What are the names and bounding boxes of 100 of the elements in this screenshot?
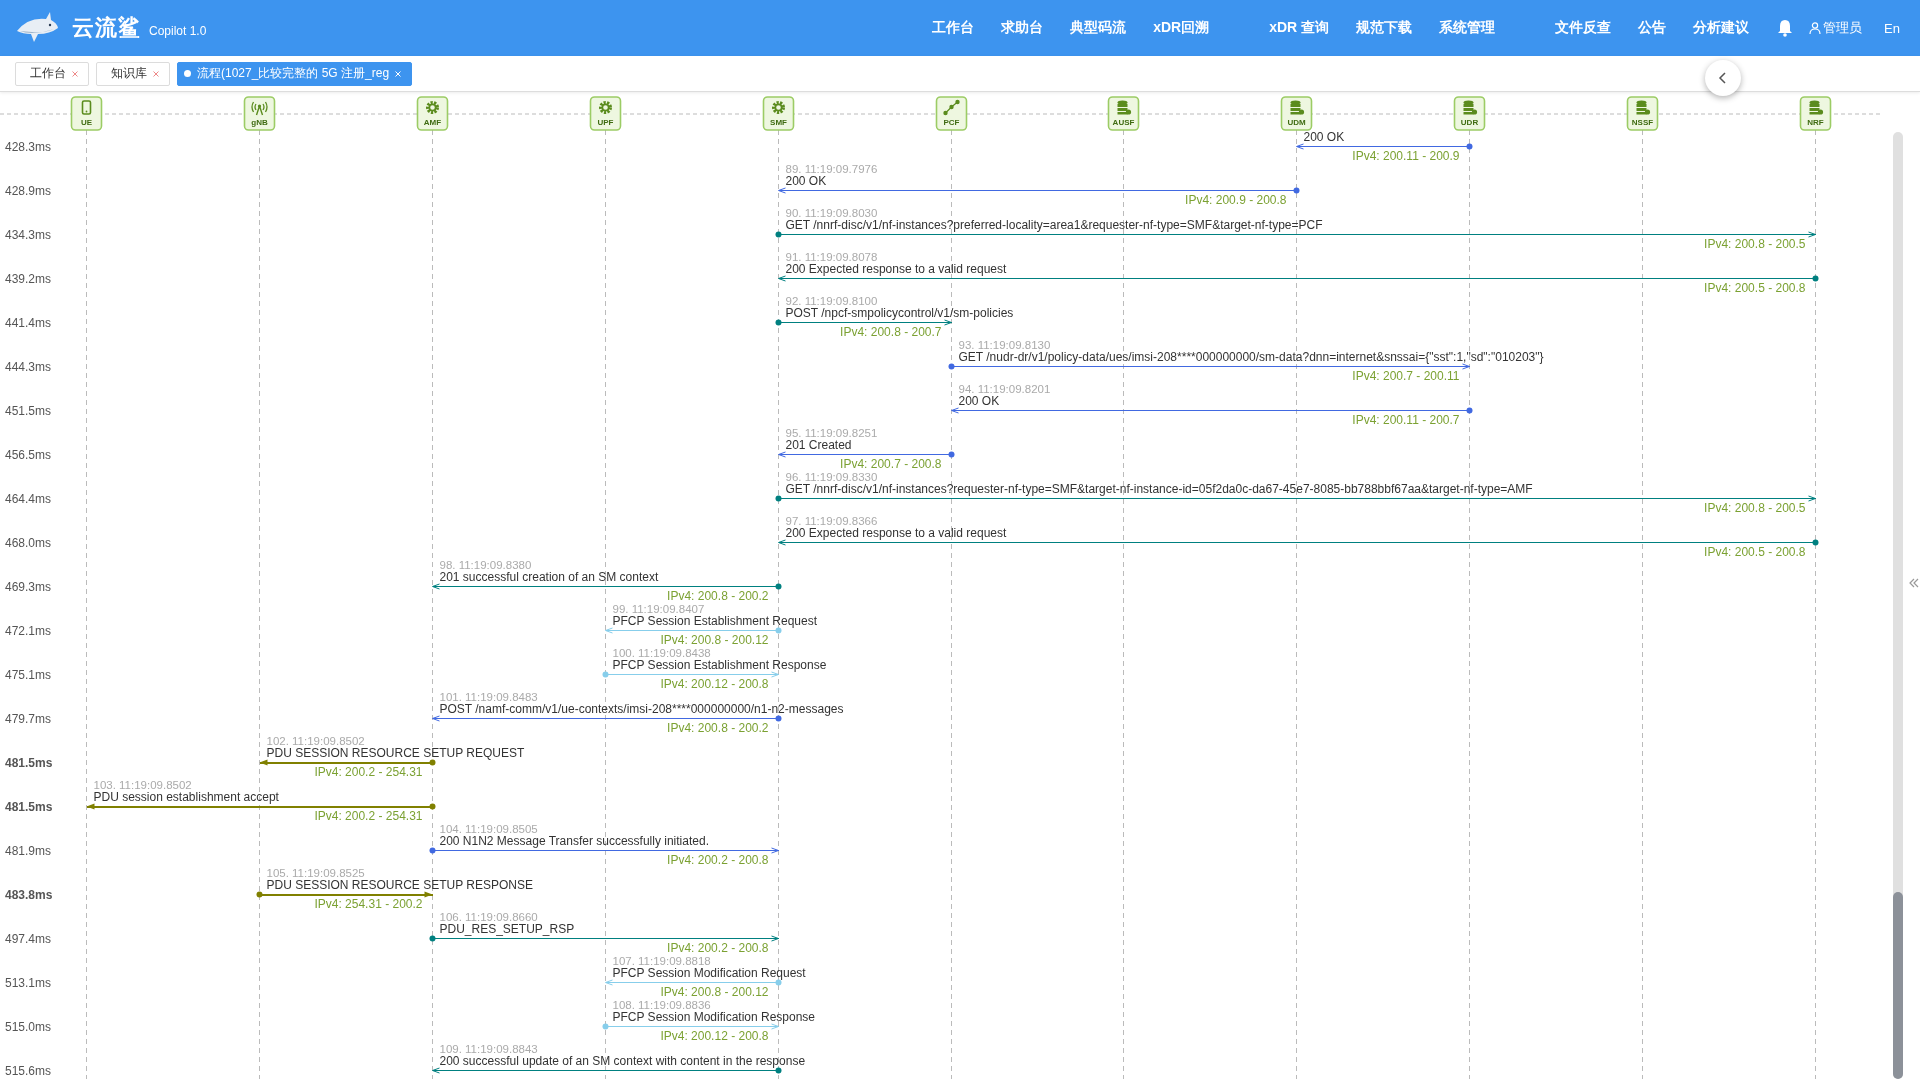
message-number: 103. 11:19:09.8502 xyxy=(93,778,192,791)
node-box[interactable]: gNB xyxy=(243,96,276,131)
message-arrow[interactable] xyxy=(432,715,782,722)
node-label: AUSF xyxy=(1112,118,1135,127)
message-arrow[interactable] xyxy=(775,495,1816,502)
scrollbar[interactable] xyxy=(1893,132,1903,1079)
message-label: 200 N1N2 Message Transfer successfully initiated. xyxy=(439,833,709,848)
ip-label: IPv4: 200.8 - 200.5 xyxy=(1704,236,1806,251)
double-chevron-icon[interactable] xyxy=(1909,578,1919,588)
ip-label: IPv4: 200.12 - 200.8 xyxy=(660,676,769,691)
message-arrow[interactable] xyxy=(778,187,1300,194)
close-icon[interactable] xyxy=(72,70,78,77)
message-arrow[interactable] xyxy=(432,583,782,590)
nav-link[interactable]: xDR回溯 xyxy=(1153,19,1210,37)
message-arrow[interactable] xyxy=(85,803,436,810)
message-arrow[interactable] xyxy=(429,935,779,942)
message-label: GET /nnrf-disc/v1/nf-instances?preferred-locality=area1&requester-nf-type=SMF&target-nf-type=PCF xyxy=(785,217,1323,232)
nav-link[interactable]: 文件反查 xyxy=(1555,19,1612,37)
node-label: PCF xyxy=(943,118,960,127)
database-icon xyxy=(1117,100,1132,115)
message-label: PFCP Session Establishment Request xyxy=(612,613,818,628)
node-box[interactable]: UDR xyxy=(1453,96,1486,131)
message-arrow[interactable] xyxy=(1296,143,1473,150)
time-label: 456.5ms xyxy=(5,447,52,462)
nav-link[interactable]: 典型码流 xyxy=(1070,19,1127,37)
time-label: 444.3ms xyxy=(5,359,52,374)
tab[interactable]: 流程(1027_比较完整的 5G 注册_reg xyxy=(177,61,413,86)
ip-label: IPv4: 200.2 - 254.31 xyxy=(314,808,423,823)
ip-label: IPv4: 254.31 - 200.2 xyxy=(314,896,423,911)
bell-icon[interactable] xyxy=(1777,19,1794,37)
ip-label: IPv4: 200.5 - 200.8 xyxy=(1704,280,1806,295)
message-arrow[interactable] xyxy=(948,363,1470,370)
nav-link[interactable]: 规范下载 xyxy=(1356,19,1413,37)
message-label: POST /npcf-smpolicycontrol/v1/sm-policies xyxy=(785,305,1014,320)
message-arrow[interactable] xyxy=(775,319,952,326)
close-icon[interactable] xyxy=(153,70,159,77)
message-label: 201 successful creation of an SM context xyxy=(439,569,659,584)
tab[interactable]: 知识库 xyxy=(96,61,170,86)
message-arrow[interactable] xyxy=(258,759,436,766)
language-link[interactable]: En xyxy=(1884,20,1900,36)
ip-label: IPv4: 200.5 - 200.8 xyxy=(1704,544,1806,559)
message-label: PDU SESSION RESOURCE SETUP RESPONSE xyxy=(266,877,533,892)
node-box[interactable]: AMF xyxy=(416,96,449,131)
time-label: 439.2ms xyxy=(5,271,52,286)
node-box[interactable]: UE xyxy=(70,96,103,131)
message-number: 109. 11:19:09.8843 xyxy=(439,1042,538,1055)
tab[interactable]: 工作台 xyxy=(15,61,89,86)
message-arrow[interactable] xyxy=(778,539,1819,546)
app-version: Copilot 1.0 xyxy=(149,24,207,38)
ip-label: IPv4: 200.9 - 200.8 xyxy=(1185,192,1287,207)
message-number: 106. 11:19:09.8660 xyxy=(439,910,538,923)
user-name[interactable]: 管理员 xyxy=(1823,19,1863,37)
message-label: PDU_RES_SETUP_RSP xyxy=(439,921,575,936)
message-label: 201 Created xyxy=(785,437,852,452)
time-label: 513.1ms xyxy=(5,975,52,990)
database-icon xyxy=(1463,100,1478,115)
nav-link[interactable]: 工作台 xyxy=(932,19,975,37)
user-icon xyxy=(1809,22,1822,34)
phone-icon xyxy=(81,100,92,115)
node-box[interactable]: AUSF xyxy=(1107,96,1140,131)
ip-label: IPv4: 200.8 - 200.2 xyxy=(667,720,769,735)
time-label: 464.4ms xyxy=(5,491,52,506)
database-icon xyxy=(1809,100,1824,115)
message-arrow[interactable] xyxy=(778,451,955,458)
message-label: GET /nnrf-disc/v1/nf-instances?requester-nf-type=SMF&target-nf-instance-id=05f2da0c-da67-45e7-8085-bb788bbf67aa&target-nf-type=AMF xyxy=(785,481,1533,496)
node-box[interactable]: NRF xyxy=(1799,96,1832,131)
time-label: 481.5ms xyxy=(5,799,53,814)
message-label: 200 OK xyxy=(785,173,827,188)
time-label: 428.9ms xyxy=(5,183,52,198)
nav-link[interactable]: 系统管理 xyxy=(1439,19,1496,37)
message-arrow[interactable] xyxy=(256,891,434,898)
ip-label: IPv4: 200.11 - 200.7 xyxy=(1352,412,1460,427)
nav-link[interactable]: 分析建议 xyxy=(1693,19,1750,37)
nav-link[interactable]: 求助台 xyxy=(1001,19,1044,37)
message-arrow[interactable] xyxy=(775,231,1816,238)
message-arrow[interactable] xyxy=(429,847,779,854)
message-arrow[interactable] xyxy=(951,407,1473,414)
message-number: 104. 11:19:09.8505 xyxy=(439,822,538,835)
chevron-button[interactable] xyxy=(1705,60,1741,96)
node-label: SMF xyxy=(770,118,787,127)
message-arrow[interactable] xyxy=(778,275,1819,282)
ip-label: IPv4: 200.11 - 200.9 xyxy=(1352,148,1460,163)
message-number: 92. 11:19:09.8100 xyxy=(785,294,878,307)
message-arrow[interactable] xyxy=(432,1067,782,1074)
message-number: 98. 11:19:09.8380 xyxy=(439,558,532,571)
time-label: 481.9ms xyxy=(5,843,52,858)
node-box[interactable]: PCF xyxy=(935,96,968,131)
time-label: 515.6ms xyxy=(5,1063,52,1078)
nav-link[interactable]: xDR 查询 xyxy=(1269,19,1330,37)
time-label: 515.0ms xyxy=(5,1019,52,1034)
node-label: UDM xyxy=(1287,118,1306,127)
nav-link[interactable]: 公告 xyxy=(1638,19,1667,37)
node-box[interactable]: UDM xyxy=(1280,96,1313,131)
node-box[interactable]: UPF xyxy=(589,96,622,131)
node-label: NRF xyxy=(1807,118,1824,127)
message-label: PDU session establishment accept xyxy=(93,789,279,804)
time-label: 434.3ms xyxy=(5,227,52,242)
node-box[interactable]: NSSF xyxy=(1626,96,1659,131)
message-label: POST /namf-comm/v1/ue-contexts/imsi-208****000000000/n1-n2-messages xyxy=(439,701,844,716)
node-box[interactable]: SMF xyxy=(762,96,795,131)
